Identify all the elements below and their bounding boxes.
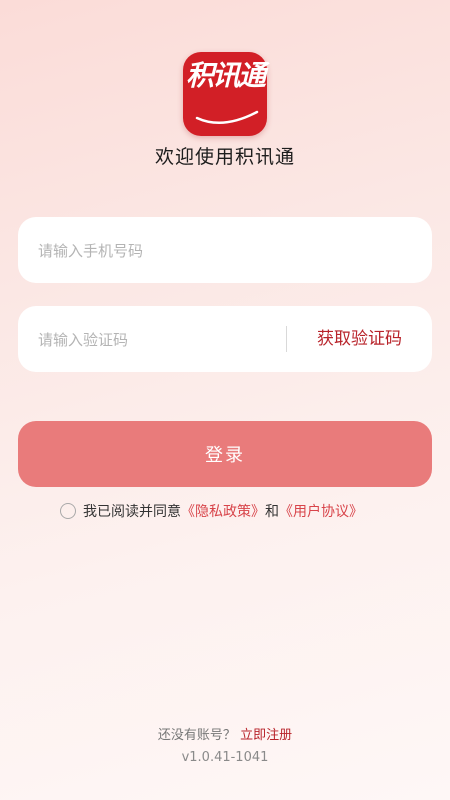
code-field-card: 获取验证码 [18,306,432,374]
login-button[interactable]: 登录 [18,421,432,487]
agreement-conjunction: 和 [265,504,279,520]
logo-text: 积讯通 [185,59,266,92]
version-label: v1.0.41-1041 [181,750,269,765]
phone-field-card [18,217,432,285]
app-logo: 积讯通 [183,52,267,136]
agreement-prefix: 我已阅读并同意 [83,504,181,520]
code-input[interactable] [36,306,280,374]
agreement-row: 我已阅读并同意 《隐私政策》 和 《用户协议》 [60,500,363,522]
code-divider [286,326,287,352]
privacy-policy-link[interactable]: 《隐私政策》 [181,501,265,521]
get-code-button[interactable]: 获取验证码 [317,306,402,372]
user-agreement-link[interactable]: 《用户协议》 [279,501,363,521]
register-row: 还没有账号？ 立即注册 [0,724,450,743]
phone-input[interactable] [36,217,420,285]
radio-circle-icon[interactable] [60,503,76,519]
register-link[interactable]: 立即注册 [240,728,292,743]
welcome-title: 欢迎使用积讯通 [154,146,295,168]
no-account-text: 还没有账号？ [157,728,236,743]
